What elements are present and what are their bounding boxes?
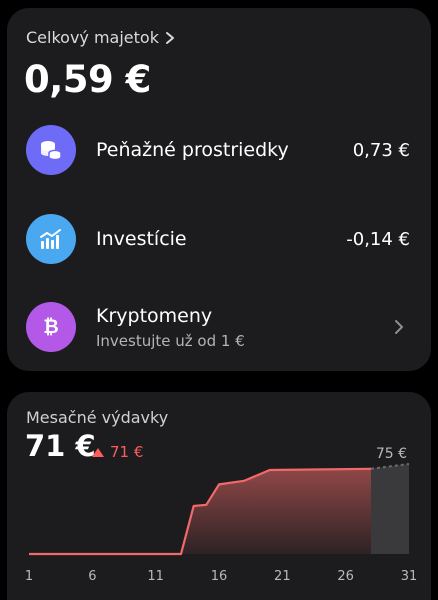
forecast-area (371, 464, 409, 554)
coins-icon (26, 125, 76, 175)
x-tick-label: 21 (274, 569, 291, 584)
investment-chart-icon (26, 214, 76, 264)
total-assets-title: Celkový majetok (26, 28, 159, 47)
chevron-right-icon (395, 320, 403, 334)
investments-value: -0,14 € (346, 228, 410, 250)
cash-value: 0,73 € (352, 139, 410, 161)
total-assets-header[interactable]: Celkový majetok (26, 28, 175, 47)
x-tick-label: 1 (25, 569, 33, 584)
crypto-label: Kryptomeny (96, 304, 213, 327)
total-assets-value: 0,59 € (24, 58, 151, 101)
bitcoin-icon: ₿ (26, 302, 76, 352)
cash-row[interactable]: Peňažné prostriedky 0,73 € (26, 125, 412, 175)
crypto-subtitle: Investujte už od 1 € (96, 331, 245, 350)
x-tick-label: 26 (337, 569, 354, 584)
total-assets-card[interactable]: Celkový majetok 0,59 € Peňažné prostried… (7, 8, 431, 371)
x-tick-label: 11 (147, 569, 164, 584)
chevron-right-icon (165, 31, 174, 44)
crypto-row[interactable]: ₿ Kryptomeny Investujte už od 1 € (26, 302, 412, 352)
investments-row[interactable]: Investície -0,14 € (26, 214, 412, 264)
monthly-spending-card[interactable]: Mesačné výdavky 71 € 71 € 75 €1 6 11 16 21 26… (7, 392, 431, 600)
svg-text:₿: ₿ (43, 316, 58, 338)
spending-area (29, 468, 371, 554)
x-tick-label: 16 (211, 569, 228, 584)
x-tick-label: 31 (401, 569, 418, 584)
cash-label: Peňažné prostriedky (96, 139, 289, 161)
spending-chart: 75 €1 6 11 16 21 26 31 (25, 446, 418, 584)
x-tick-label: 6 (88, 569, 96, 584)
investments-label: Investície (96, 228, 187, 250)
forecast-label: 75 € (376, 446, 407, 462)
